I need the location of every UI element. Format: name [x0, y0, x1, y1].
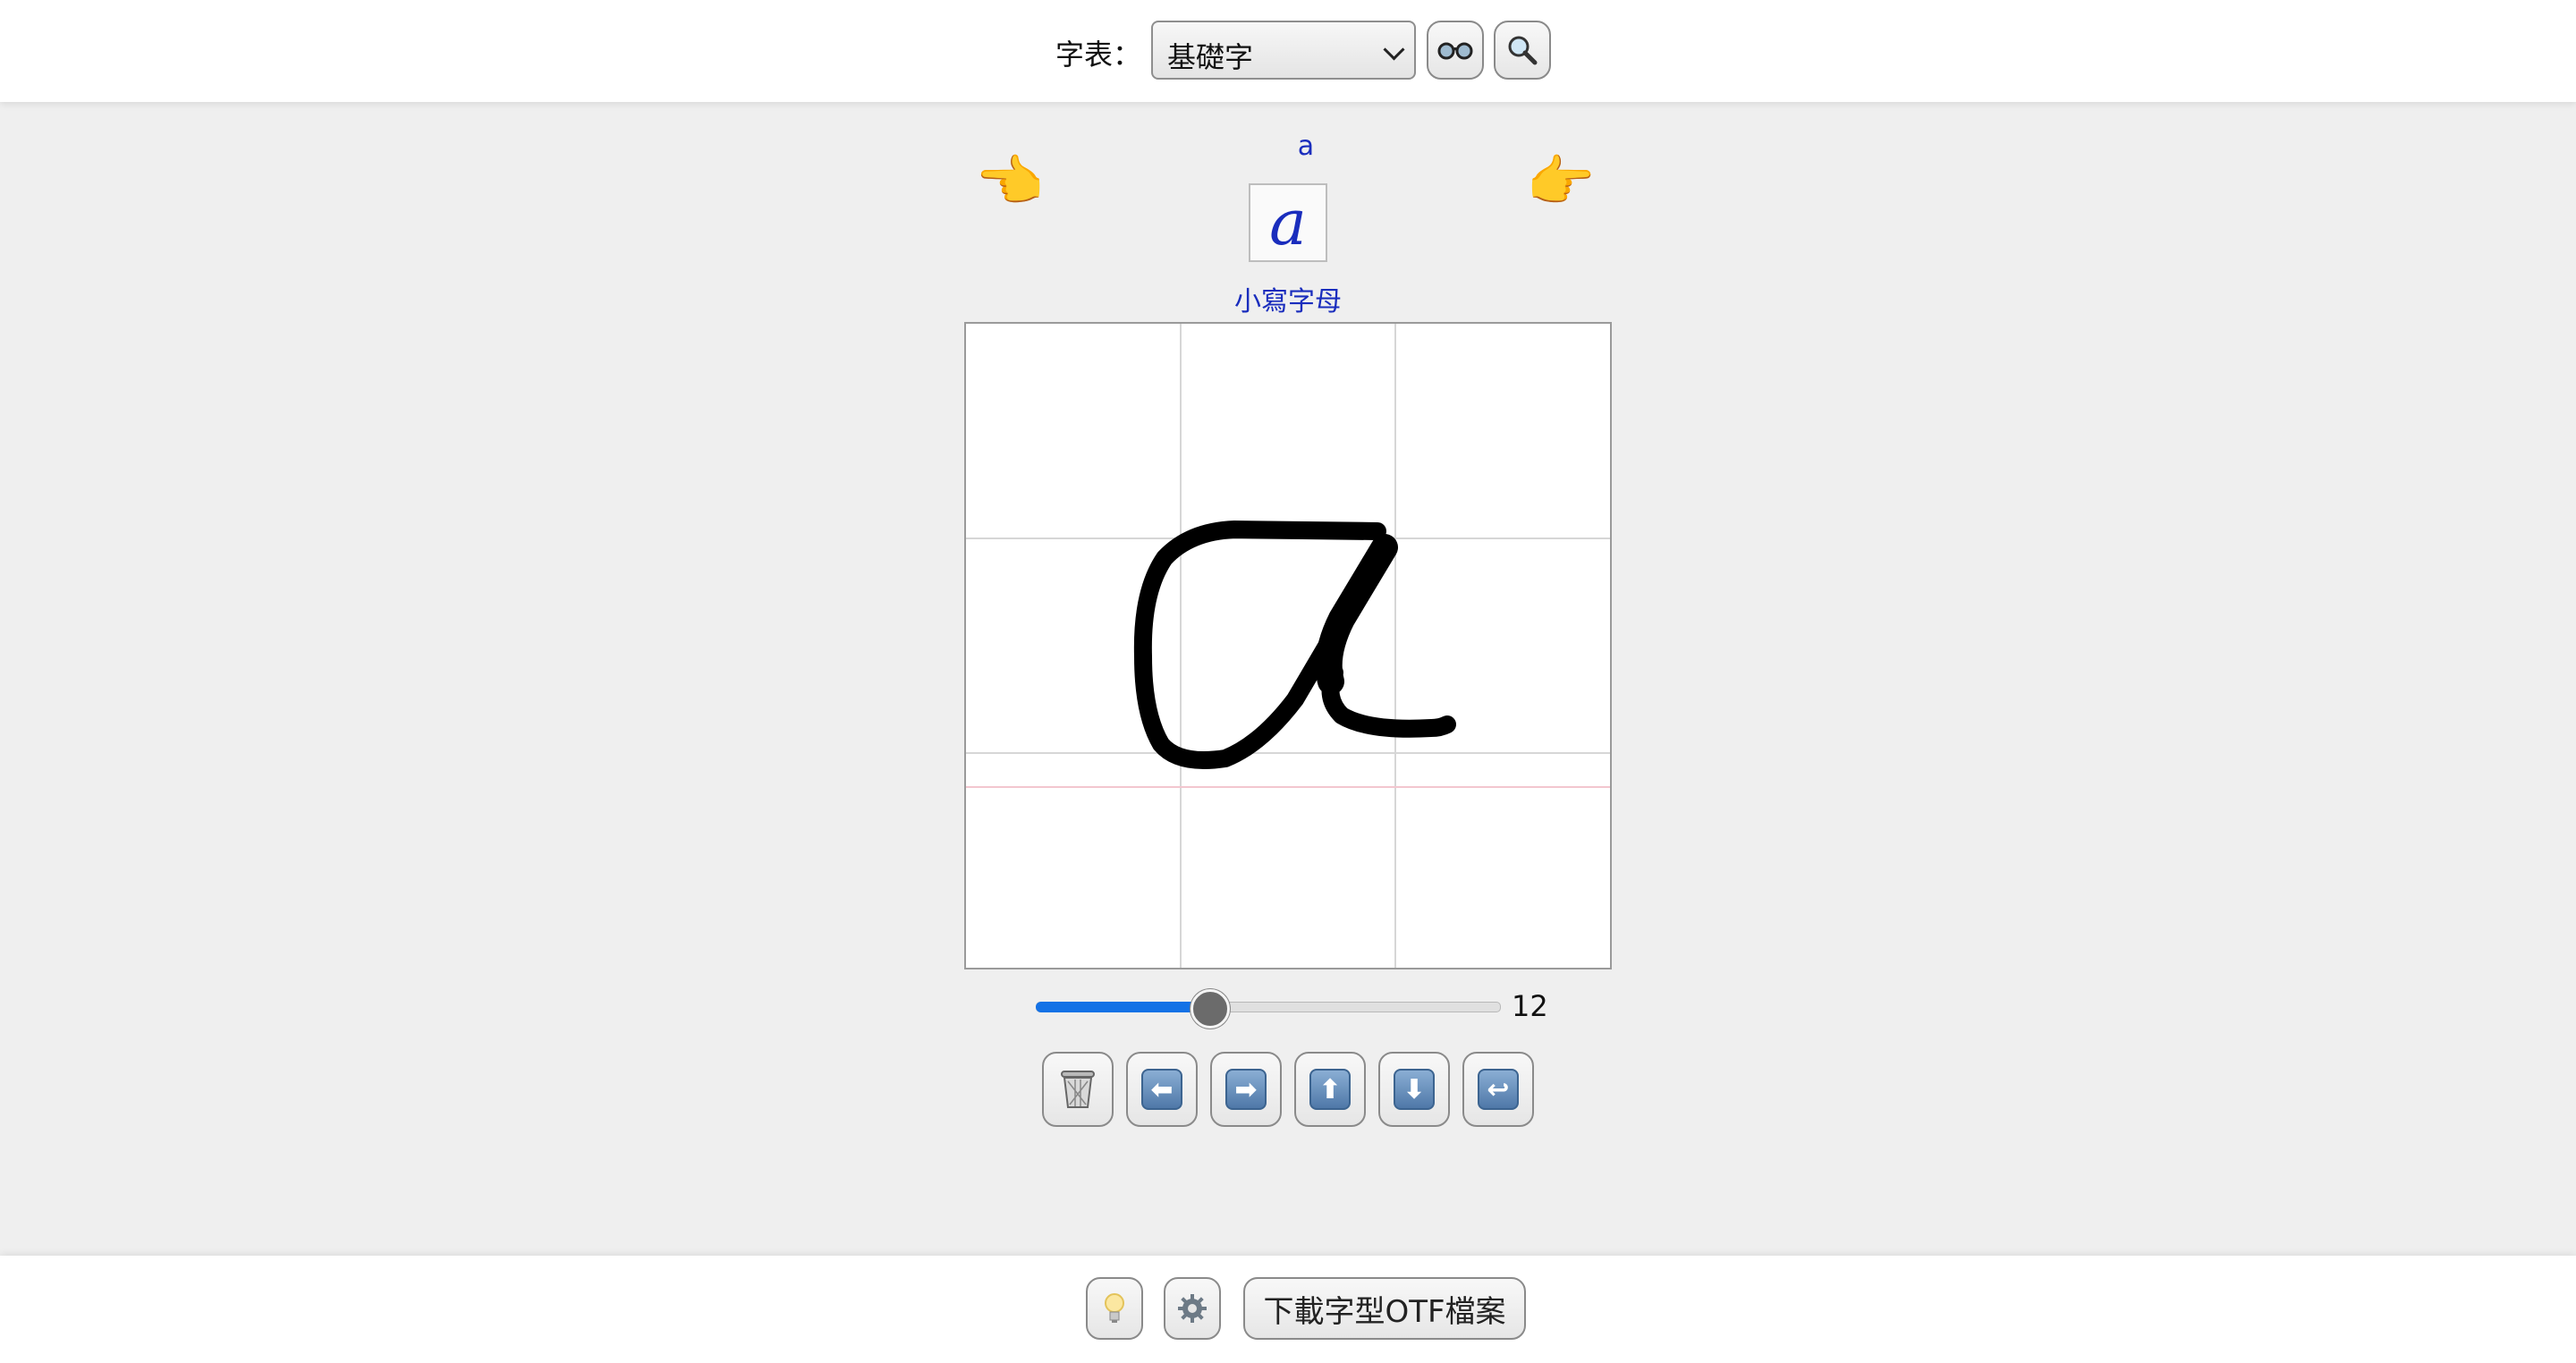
handwritten-stroke	[1133, 521, 1456, 769]
top-toolbar: 字表： 基礎字	[0, 0, 2576, 102]
arrow-right-icon: ➡	[1225, 1069, 1267, 1110]
arrow-down-icon: ⬇	[1394, 1069, 1435, 1110]
previous-character-button[interactable]: 👈	[975, 154, 1044, 209]
character-preview: a	[1249, 183, 1327, 262]
handwritten-stroke-thick	[1315, 534, 1398, 695]
hint-button[interactable]	[1086, 1277, 1143, 1340]
settings-button[interactable]	[1164, 1277, 1221, 1340]
view-button[interactable]	[1427, 21, 1484, 80]
hand-pointing-left-icon: 👈	[975, 148, 1045, 214]
undo-button[interactable]: ↩	[1462, 1052, 1534, 1127]
character-romanization: a	[1297, 131, 1315, 162]
table-select[interactable]: 基礎字	[1151, 21, 1416, 80]
glasses-icon	[1437, 42, 1473, 60]
undo-icon: ↩	[1478, 1069, 1519, 1110]
hand-pointing-right-icon: 👉	[1526, 148, 1596, 214]
magnifier-icon	[1508, 36, 1538, 65]
wastebasket-icon	[1061, 1071, 1095, 1108]
light-bulb-icon	[1105, 1293, 1124, 1323]
next-character-button[interactable]: 👉	[1526, 154, 1595, 209]
drawing-canvas[interactable]	[964, 322, 1612, 969]
drawing-surface[interactable]	[966, 324, 1610, 968]
move-left-button[interactable]: ⬅	[1126, 1052, 1198, 1127]
pen-width-value: 12	[1512, 989, 1548, 1023]
pen-width-slider-thumb[interactable]	[1190, 989, 1230, 1029]
move-right-button[interactable]: ➡	[1210, 1052, 1282, 1127]
table-select-value: 基礎字	[1167, 40, 1254, 74]
bottom-toolbar: 下載字型OTF檔案	[0, 1256, 2576, 1363]
move-up-button[interactable]: ⬆	[1294, 1052, 1366, 1127]
pen-width-slider-fill	[1036, 1002, 1208, 1012]
chevron-down-icon	[1383, 38, 1405, 61]
gear-icon	[1178, 1294, 1207, 1323]
search-button[interactable]	[1494, 21, 1551, 80]
character-category: 小寫字母	[1234, 286, 1342, 317]
table-label: 字表：	[1055, 38, 1142, 72]
clear-button[interactable]	[1042, 1052, 1114, 1127]
arrow-up-icon: ⬆	[1309, 1069, 1351, 1110]
download-otf-button[interactable]: 下載字型OTF檔案	[1243, 1277, 1526, 1340]
move-down-button[interactable]: ⬇	[1378, 1052, 1450, 1127]
arrow-left-icon: ⬅	[1141, 1069, 1182, 1110]
